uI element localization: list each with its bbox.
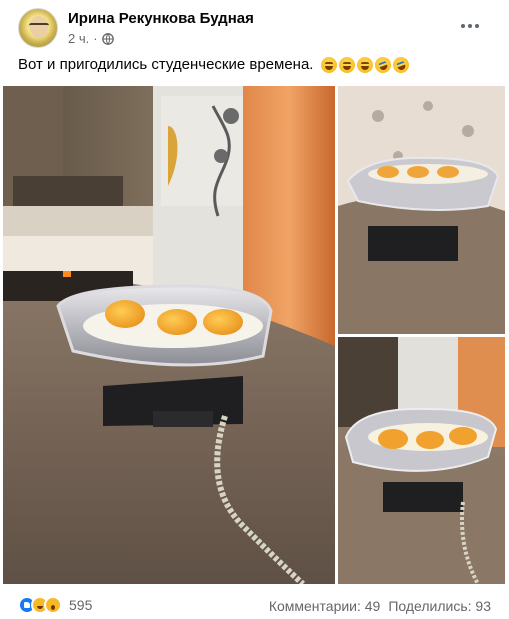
grinning-squinting-emoji [339,56,356,73]
grinning-squinting-emoji [321,56,338,73]
meta-separator: · [93,31,98,46]
photo-grid [3,86,505,584]
egg-iron-closeup-photo[interactable] [338,337,505,584]
egg-iron-side-photo[interactable] [338,86,505,334]
post-header: Ирина Рекункова Будная 2 ч. · [18,8,498,48]
reaction-count[interactable]: 595 [69,597,92,613]
side-photo-image [338,86,505,334]
grinning-squinting-emoji [357,56,374,73]
main-photo-image [3,86,335,584]
rolling-laughing-emoji [373,54,394,75]
more-dot [461,24,465,28]
avatar[interactable] [18,8,58,48]
reactions-summary[interactable]: 595 [18,596,92,614]
post-text: Вот и пригодились студенческие времена. [18,56,314,73]
post-text-row: Вот и пригодились студенческие времена. [18,54,412,75]
closeup-photo-image [338,337,505,584]
comments-count[interactable]: Комментарии: 49 [269,598,381,614]
egg-iron-main-photo[interactable] [3,86,335,584]
avatar-glasses [29,23,49,28]
author-name[interactable]: Ирина Рекункова Будная [68,10,254,27]
wow-icon [44,596,62,614]
post-time[interactable]: 2 ч. [68,31,89,46]
more-dot [468,24,472,28]
shares-count[interactable]: Поделились: 93 [388,598,491,614]
globe-icon[interactable] [101,32,114,45]
post-meta: 2 ч. · [68,31,114,46]
rolling-laughing-emoji [391,54,412,75]
engagement-stats: Комментарии: 49 Поделились: 93 [269,598,491,614]
more-dot [475,24,479,28]
more-options-icon[interactable] [456,14,484,38]
